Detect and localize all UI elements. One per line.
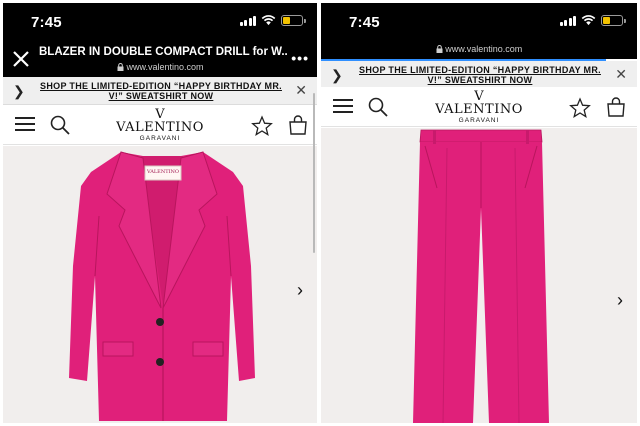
chevron-right-icon[interactable]: › xyxy=(617,290,623,311)
logo-name: VALENTINO xyxy=(116,120,204,135)
search-icon[interactable] xyxy=(367,96,389,118)
left-screenshot: 7:45 BLAZER IN DOUBLE COMPACT DRILL for … xyxy=(3,3,317,423)
battery-icon xyxy=(281,15,306,26)
logo-sub: GARAVANI xyxy=(139,135,181,142)
valentino-logo[interactable]: V VALENTINO GARAVANI xyxy=(435,90,523,125)
wifi-icon xyxy=(261,15,276,26)
cellular-signal-icon xyxy=(559,15,576,26)
status-icons xyxy=(559,15,626,26)
scrollbar[interactable] xyxy=(313,93,315,253)
battery-icon xyxy=(601,15,626,26)
hamburger-menu-icon[interactable] xyxy=(15,116,35,132)
promo-banner[interactable]: ❯ SHOP THE LIMITED-EDITION “HAPPY BIRTHD… xyxy=(3,77,317,105)
star-icon[interactable] xyxy=(251,115,273,137)
page-title: BLAZER IN DOUBLE COMPACT DRILL for W... xyxy=(39,46,287,58)
shopping-bag-icon[interactable] xyxy=(287,114,309,136)
blazer-image xyxy=(69,151,255,421)
chevron-right-icon[interactable]: ❯ xyxy=(13,83,25,100)
site-header: V VALENTINO GARAVANI xyxy=(3,105,317,145)
status-bar: 7:45 xyxy=(3,3,317,41)
browser-url-bar[interactable]: www.valentino.com xyxy=(321,41,637,59)
promo-text[interactable]: SHOP THE LIMITED-EDITION “HAPPY BIRTHDAY… xyxy=(351,65,609,85)
url-text: www.valentino.com xyxy=(445,44,523,54)
promo-close-icon[interactable]: ✕ xyxy=(615,66,627,83)
promo-banner[interactable]: ❯ SHOP THE LIMITED-EDITION “HAPPY BIRTHD… xyxy=(321,61,637,89)
trousers-image xyxy=(413,129,549,423)
star-icon[interactable] xyxy=(569,97,591,119)
search-icon[interactable] xyxy=(49,114,71,136)
cellular-signal-icon xyxy=(239,15,256,26)
url-text: www.valentino.com xyxy=(126,62,204,72)
logo-sub: GARAVANI xyxy=(458,117,500,124)
status-bar: 7:45 xyxy=(321,3,637,41)
status-icons xyxy=(239,15,306,26)
chevron-right-icon[interactable]: ❯ xyxy=(331,67,343,84)
product-image-area: VALENTINO › xyxy=(3,146,317,423)
browser-header: BLAZER IN DOUBLE COMPACT DRILL for W... … xyxy=(3,41,317,77)
chevron-right-icon[interactable]: › xyxy=(297,280,303,301)
more-icon[interactable]: ••• xyxy=(291,50,309,66)
product-image-area: › xyxy=(321,128,637,423)
status-time: 7:45 xyxy=(349,14,380,31)
logo-name: VALENTINO xyxy=(435,102,523,117)
valentino-logo[interactable]: V VALENTINO GARAVANI xyxy=(116,108,204,143)
close-icon[interactable] xyxy=(11,49,31,69)
status-time: 7:45 xyxy=(31,14,62,31)
lock-icon xyxy=(436,45,443,53)
hamburger-menu-icon[interactable] xyxy=(333,98,353,114)
promo-text[interactable]: SHOP THE LIMITED-EDITION “HAPPY BIRTHDAY… xyxy=(33,81,289,101)
right-screenshot: 7:45 www.valentino.com ❯ SHOP THE LIMITE… xyxy=(321,3,637,423)
garment-label: VALENTINO xyxy=(146,169,179,175)
page-url: www.valentino.com xyxy=(117,62,204,72)
promo-close-icon[interactable]: ✕ xyxy=(295,82,307,99)
site-header: V VALENTINO GARAVANI xyxy=(321,87,637,127)
shopping-bag-icon[interactable] xyxy=(605,96,627,118)
wifi-icon xyxy=(581,15,596,26)
lock-icon xyxy=(117,63,124,71)
